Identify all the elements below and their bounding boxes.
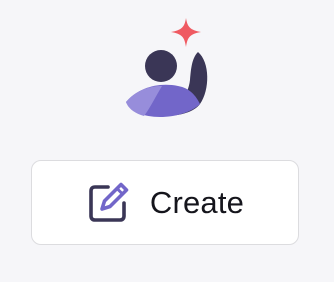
edit-icon [89,182,129,222]
create-button-label: Create [149,185,245,220]
head-shape [145,50,177,82]
person-star-logo-icon [126,18,208,117]
app-root: Create [0,0,334,282]
create-button[interactable]: Create [31,160,299,245]
star-shape [171,18,201,47]
